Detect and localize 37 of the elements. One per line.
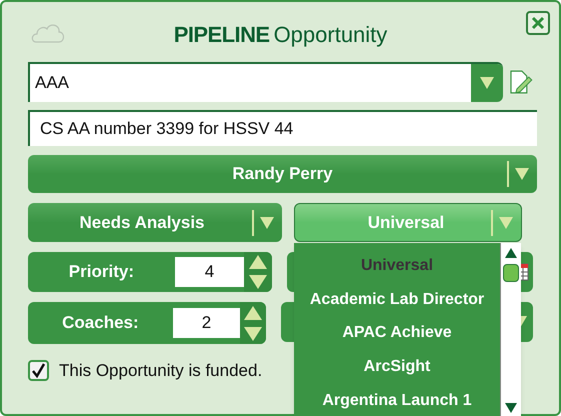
- priority-field[interactable]: 4: [174, 257, 244, 287]
- close-icon: [531, 16, 545, 30]
- account-field[interactable]: AAA: [28, 62, 504, 102]
- down-arrow-icon: [244, 326, 262, 340]
- scroll-down-icon[interactable]: [505, 403, 517, 413]
- down-arrow-icon: [249, 275, 268, 289]
- caret-icon: [515, 168, 529, 180]
- type-dropdown[interactable]: Universal: [294, 203, 522, 242]
- scrollbar-thumb[interactable]: [503, 264, 519, 282]
- owner-dropdown[interactable]: Randy Perry: [28, 155, 537, 193]
- dropdown-option[interactable]: Academic Lab Director: [294, 282, 500, 317]
- dropdown-option[interactable]: APAC Achieve: [294, 316, 500, 350]
- close-button[interactable]: [526, 11, 550, 35]
- stepper[interactable]: [240, 302, 266, 344]
- funded-checkbox[interactable]: [28, 360, 49, 382]
- window-title: PIPELINE: [174, 20, 270, 48]
- dropdown-option[interactable]: Argentina Launch 1: [294, 384, 500, 416]
- caret-icon: [480, 77, 494, 89]
- stage-dropdown[interactable]: Needs Analysis: [28, 203, 282, 242]
- check-icon: [31, 363, 46, 378]
- checkbox-label: This Opportunity is funded.: [59, 360, 262, 382]
- field-label: Coaches:: [61, 312, 140, 334]
- stepper[interactable]: [244, 252, 272, 292]
- edit-icon[interactable]: [509, 69, 533, 95]
- field-label: Priority:: [68, 261, 135, 284]
- up-arrow-icon: [244, 306, 262, 320]
- caret-icon: [260, 216, 274, 228]
- coaches-field[interactable]: 2: [172, 308, 240, 338]
- dropdown-option[interactable]: ArcSight: [294, 350, 500, 384]
- scroll-up-icon[interactable]: [505, 248, 517, 258]
- scrollbar[interactable]: [500, 243, 521, 416]
- description-field[interactable]: CS AA number 3399 for HSSV 44: [28, 110, 537, 146]
- caret-icon: [499, 216, 513, 228]
- window-subtitle: Opportunity: [274, 20, 388, 49]
- dropdown-button[interactable]: [471, 64, 504, 102]
- dropdown-option[interactable]: Universal: [294, 249, 500, 283]
- up-arrow-icon: [249, 255, 268, 269]
